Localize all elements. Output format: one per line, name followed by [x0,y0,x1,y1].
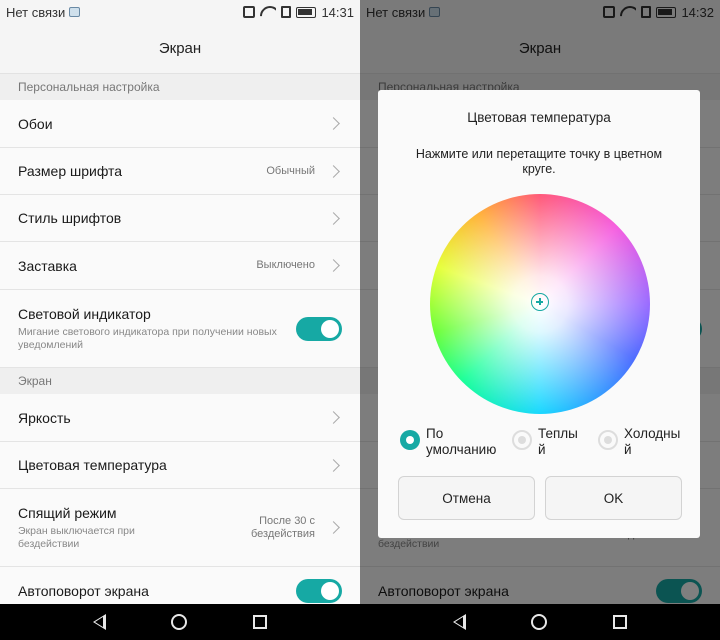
indicator-toggle[interactable] [296,316,342,341]
page-title: Экран [0,24,360,74]
setting-indicator: Световой индикатор Мигание светового инд… [0,290,360,368]
setting-label: Световой индикатор [18,305,151,322]
setting-brightness[interactable]: Яркость [0,394,360,442]
setting-value: После 30 с бездействия [250,514,315,540]
navigation-bar [0,604,720,640]
ok-button[interactable]: OK [545,476,682,520]
settings-screen-with-dialog: Нет связи 14:32 Экран Персональная настр… [360,0,720,604]
setting-label: Цветовая температура [18,457,167,473]
autorotate-toggle[interactable] [296,578,342,603]
dialog-buttons: Отмена OK [398,476,682,520]
setting-value: Обычный [266,164,315,177]
option-label: Теплый [538,426,578,457]
setting-sleep[interactable]: Спящий режим Экран выключается при безде… [0,489,360,567]
crosshair-icon[interactable] [531,293,549,311]
setting-font-size[interactable]: Размер шрифта Обычный [0,148,360,195]
screens: Нет связи 14:31 Экран Персональная настр… [0,0,720,604]
setting-label: Обои [18,115,53,132]
setting-wallpaper[interactable]: Обои [0,100,360,148]
setting-screensaver[interactable]: Заставка Выключено [0,242,360,290]
battery-icon [296,6,317,18]
option-label: По умолчанию [426,426,497,457]
sim-icon [281,6,292,18]
chevron-right-icon [327,211,340,225]
settings-screen: Нет связи 14:31 Экран Персональная настр… [0,0,360,604]
clock: 14:31 [321,4,354,20]
back-icon[interactable] [452,614,466,630]
setting-label: Размер шрифта [18,163,123,179]
chevron-right-icon [327,259,340,272]
setting-label: Яркость [18,409,71,426]
chevron-right-icon [327,117,340,130]
cancel-button[interactable]: Отмена [398,476,535,520]
setting-color-temperature[interactable]: Цветовая температура [0,442,360,489]
setting-autorotate: Автоповорот экрана [0,567,360,604]
chevron-right-icon [327,458,340,472]
image-notification-icon [69,7,81,17]
color-temperature-dialog: Цветовая температура Нажмите или перетащ… [378,90,700,538]
chevron-right-icon [327,521,340,534]
carrier-label: Нет связи [6,4,66,20]
section-screen: Экран [0,368,360,394]
chevron-right-icon [327,164,340,178]
dialog-message: Нажмите или перетащите точку в цветном к… [415,147,663,176]
radio-selected-icon [400,430,420,450]
chevron-right-icon [327,411,340,424]
nav-buttons-right [360,604,720,640]
wifi-icon [260,6,276,18]
option-warm[interactable]: Теплый [512,426,586,458]
section-personal: Персональная настройка [0,74,360,100]
setting-label: Автоповорот экрана [18,582,149,599]
setting-value: Выключено [256,259,315,271]
recent-apps-icon[interactable] [253,615,268,629]
setting-description: Мигание светового индикатора при получен… [18,325,277,351]
status-bar: Нет связи 14:31 [0,0,360,24]
back-icon[interactable] [92,614,106,630]
recent-apps-icon[interactable] [613,615,628,629]
home-icon[interactable] [531,614,548,630]
option-default[interactable]: По умолчанию [400,426,500,458]
home-icon[interactable] [171,614,188,630]
setting-font-style[interactable]: Стиль шрифтов [0,195,360,242]
dialog-title: Цветовая температура [467,110,611,125]
setting-description: Экран выключается при бездействии [18,524,135,550]
temperature-options: По умолчанию Теплый Холодный [400,426,690,458]
option-cold[interactable]: Холодный [598,426,690,458]
vibrate-icon [243,6,256,18]
option-label: Холодный [624,426,681,457]
radio-unselected-icon [512,430,532,450]
setting-label: Заставка [18,257,77,274]
nav-buttons-left [0,604,360,640]
setting-label: Спящий режим [18,504,117,521]
setting-label: Стиль шрифтов [18,210,122,226]
radio-unselected-icon [598,430,618,450]
